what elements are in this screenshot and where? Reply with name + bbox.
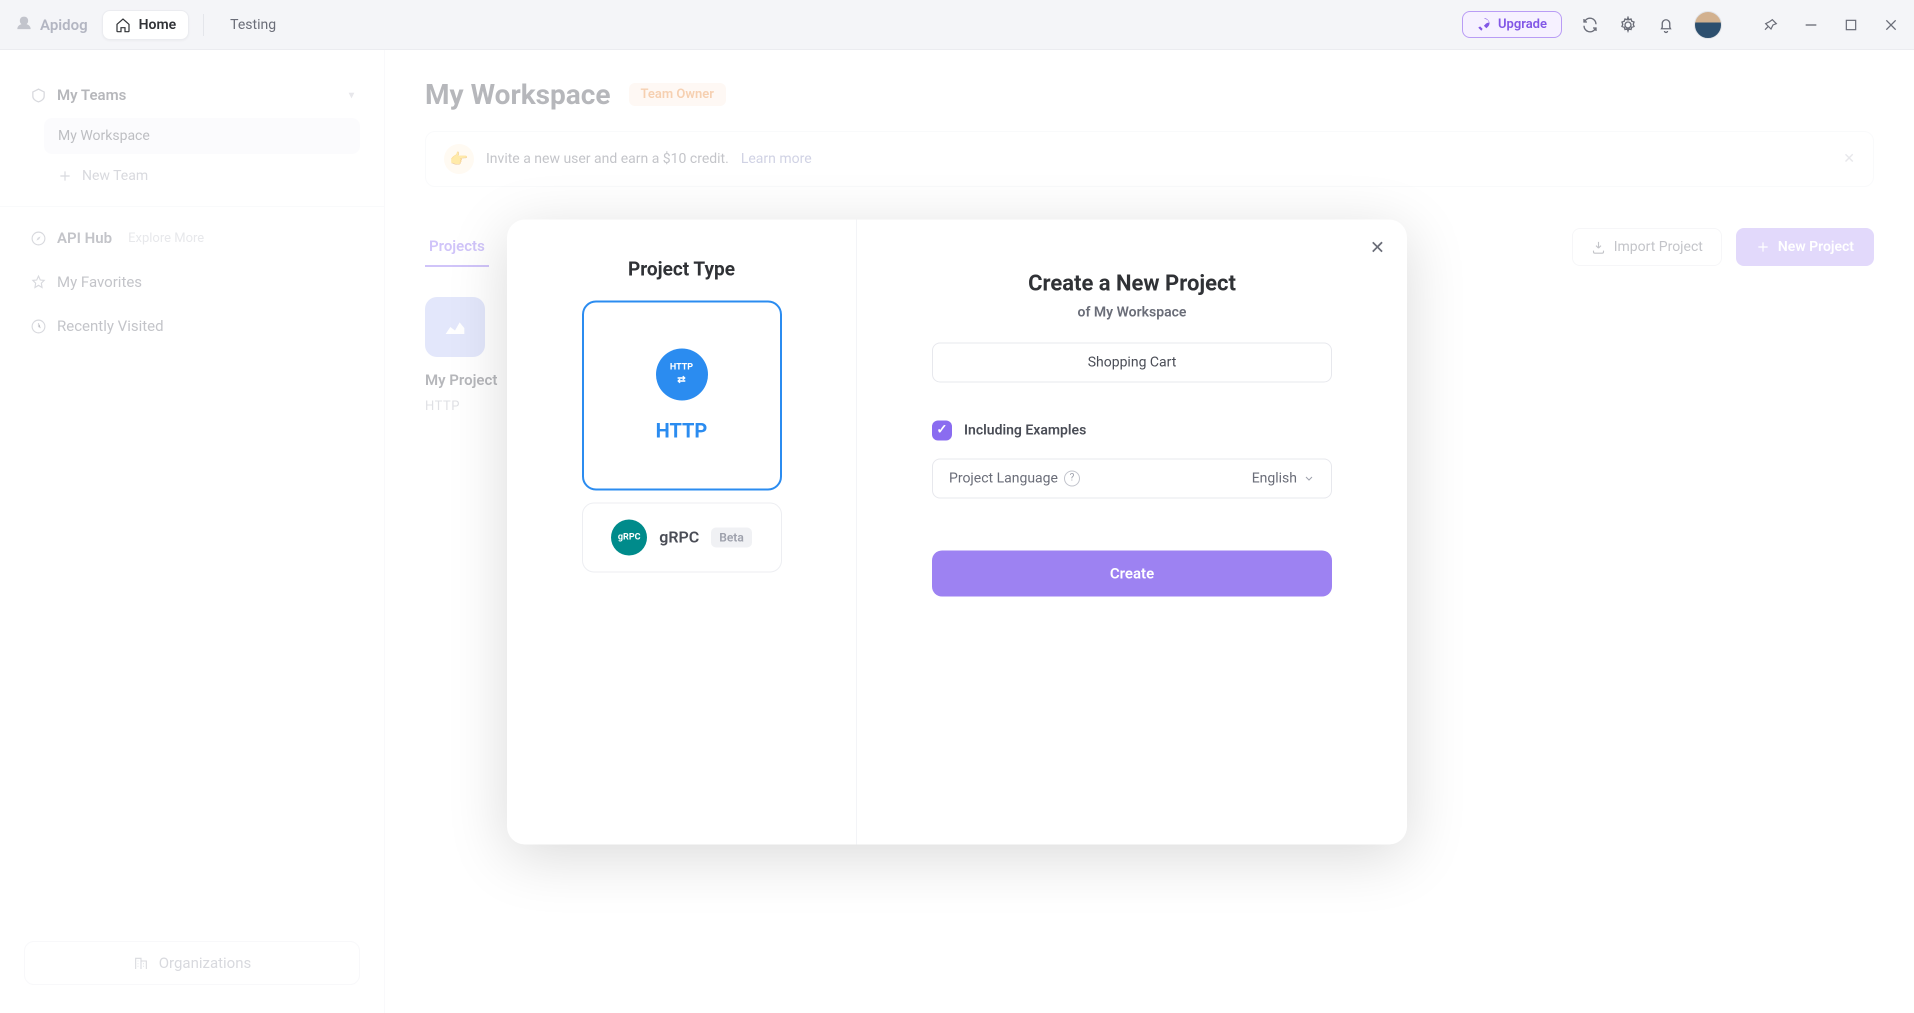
project-language-select[interactable]: Project Language ? English [932, 458, 1332, 498]
http-circle-icon: HTTP ⇄ [656, 348, 708, 400]
modal-left: Project Type HTTP ⇄ HTTP gRPC gRPC Beta [507, 219, 857, 844]
project-type-heading: Project Type [533, 257, 830, 280]
tab-divider [203, 14, 204, 36]
settings-icon[interactable] [1618, 15, 1638, 35]
project-language-value: English [1252, 470, 1297, 486]
app-body: My Teams ▾ My Workspace New Team API Hub… [0, 50, 1914, 1013]
tab-home[interactable]: Home [102, 10, 190, 40]
upgrade-button[interactable]: Upgrade [1462, 11, 1562, 38]
app-name: Apidog [40, 16, 88, 34]
beta-badge: Beta [711, 527, 752, 547]
minimize-icon[interactable] [1802, 16, 1820, 34]
grpc-circle-icon: gRPC [611, 519, 647, 555]
project-type-http-label: HTTP [656, 418, 708, 442]
rocket-icon [1477, 17, 1492, 32]
project-name-input[interactable] [932, 342, 1332, 382]
modal-close-button[interactable]: ✕ [1370, 237, 1385, 258]
close-window-icon[interactable] [1882, 16, 1900, 34]
checkbox-icon[interactable]: ✓ [932, 420, 952, 440]
chevron-down-icon [1303, 472, 1315, 484]
top-bar: Apidog Home Testing Upgrade [0, 0, 1914, 50]
include-examples-label: Including Examples [964, 422, 1086, 438]
tab-testing[interactable]: Testing [218, 11, 288, 39]
help-icon[interactable]: ? [1064, 470, 1080, 486]
project-type-grpc[interactable]: gRPC gRPC Beta [582, 502, 782, 572]
http-icon-label: HTTP [670, 363, 693, 373]
include-examples-row[interactable]: ✓ Including Examples [932, 420, 1332, 440]
project-type-http[interactable]: HTTP ⇄ HTTP [582, 300, 782, 490]
modal-right: ✕ Create a New Project of My Workspace ✓… [857, 219, 1407, 844]
create-project-modal: Project Type HTTP ⇄ HTTP gRPC gRPC Beta … [507, 219, 1407, 844]
maximize-icon[interactable] [1842, 16, 1860, 34]
modal-subtitle: of My Workspace [897, 304, 1367, 320]
refresh-icon[interactable] [1580, 15, 1600, 35]
avatar[interactable] [1694, 11, 1722, 39]
modal-title: Create a New Project [897, 271, 1367, 296]
app-logo: Apidog [14, 15, 88, 35]
tab-home-label: Home [139, 17, 177, 33]
create-button[interactable]: Create [932, 550, 1332, 596]
logo-icon [14, 15, 34, 35]
upgrade-label: Upgrade [1498, 17, 1547, 32]
project-type-grpc-label: gRPC [659, 528, 699, 547]
pin-icon[interactable] [1762, 16, 1780, 34]
bell-icon[interactable] [1656, 15, 1676, 35]
project-language-label: Project Language [949, 470, 1058, 486]
home-icon [115, 17, 131, 33]
